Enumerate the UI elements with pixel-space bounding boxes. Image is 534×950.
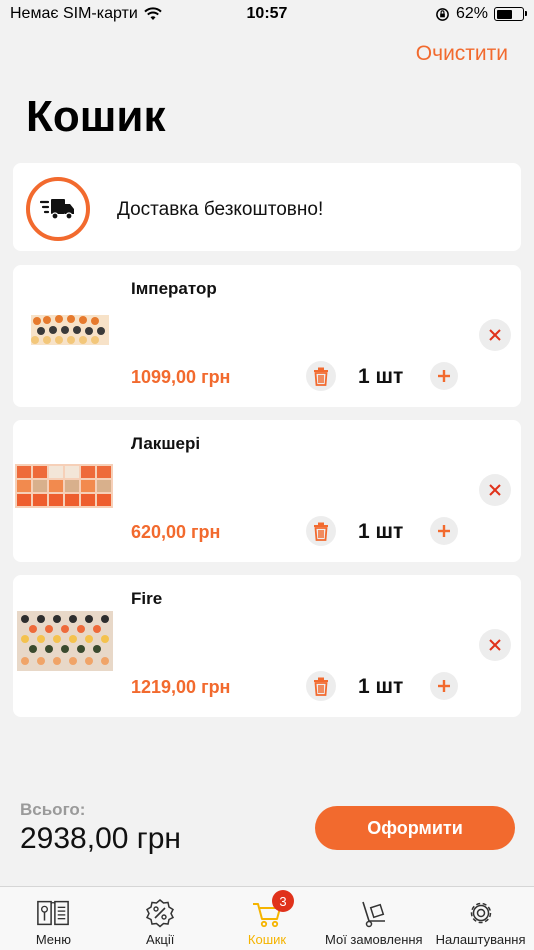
item-price: 1219,00 грн <box>131 677 231 697</box>
cart-item: Лакшері 620,00 грн 1 шт <box>13 420 521 562</box>
close-icon <box>489 639 501 651</box>
status-bar: Немає SIM-карти 10:57 62% <box>0 0 534 28</box>
cart-icon: 3 <box>250 890 294 930</box>
item-quantity: 1 шт <box>358 675 404 698</box>
delete-item-button[interactable] <box>306 516 336 546</box>
total-label: Всього: <box>20 800 86 819</box>
item-name: Імператор <box>131 279 217 298</box>
close-icon <box>489 484 501 496</box>
battery-percent: 62% <box>455 5 488 22</box>
percent-badge-icon <box>143 896 177 930</box>
cart-count-badge: 3 <box>271 890 294 912</box>
menu-book-icon <box>36 896 70 930</box>
hand-truck-icon <box>357 896 391 930</box>
delivery-banner: Доставка безкоштовно! <box>13 163 521 251</box>
remove-item-button[interactable] <box>479 629 511 661</box>
trash-icon <box>314 677 328 696</box>
tab-settings[interactable]: Налаштування <box>427 887 534 950</box>
tab-label: Меню <box>35 932 71 947</box>
rotation-lock-icon <box>436 7 449 21</box>
item-quantity: 1 шт <box>358 365 404 388</box>
close-icon <box>489 329 501 341</box>
checkout-button[interactable]: Оформити <box>315 806 515 850</box>
product-image <box>31 315 109 345</box>
tab-my-orders[interactable]: Мої замовлення <box>320 887 427 950</box>
item-quantity: 1 шт <box>358 520 404 543</box>
tab-label: Акції <box>146 932 175 947</box>
tab-label: Налаштування <box>435 932 526 947</box>
cart-item: Fire 1219,00 грн 1 шт <box>13 575 521 717</box>
battery-fill <box>496 9 512 19</box>
status-right: 62% <box>435 5 527 23</box>
clear-cart-button[interactable]: Очистити <box>416 42 508 66</box>
plus-icon <box>438 525 450 537</box>
tab-bar: Меню Акції 3 Кошик Мої замовлення Налашт… <box>0 886 534 950</box>
delivery-text: Доставка безкоштовно! <box>117 199 324 220</box>
tab-label: Мої замовлення <box>324 932 423 947</box>
tab-promotions[interactable]: Акції <box>107 887 214 950</box>
delete-item-button[interactable] <box>306 361 336 391</box>
page-title: Кошик <box>26 92 166 141</box>
plus-icon <box>438 370 450 382</box>
tab-menu[interactable]: Меню <box>0 887 107 950</box>
delete-item-button[interactable] <box>306 671 336 701</box>
product-image <box>17 611 113 671</box>
trash-icon <box>314 522 328 541</box>
plus-icon <box>438 680 450 692</box>
remove-item-button[interactable] <box>479 474 511 506</box>
tab-label: Кошик <box>247 932 287 947</box>
item-price: 1099,00 грн <box>131 367 231 387</box>
item-name: Лакшері <box>131 434 201 453</box>
tab-cart[interactable]: 3 Кошик <box>214 887 321 950</box>
trash-icon <box>314 367 328 386</box>
item-name: Fire <box>131 589 163 608</box>
increase-quantity-button[interactable] <box>430 672 458 700</box>
battery-icon <box>494 7 527 21</box>
gear-icon <box>464 896 498 930</box>
item-price: 620,00 грн <box>131 522 221 542</box>
increase-quantity-button[interactable] <box>430 362 458 390</box>
cart-item: Імператор 1099,00 грн 1 шт <box>13 265 521 407</box>
remove-item-button[interactable] <box>479 319 511 351</box>
delivery-truck-icon <box>26 177 90 241</box>
product-image <box>15 464 113 508</box>
increase-quantity-button[interactable] <box>430 517 458 545</box>
total-value: 2938,00 грн <box>20 822 181 855</box>
